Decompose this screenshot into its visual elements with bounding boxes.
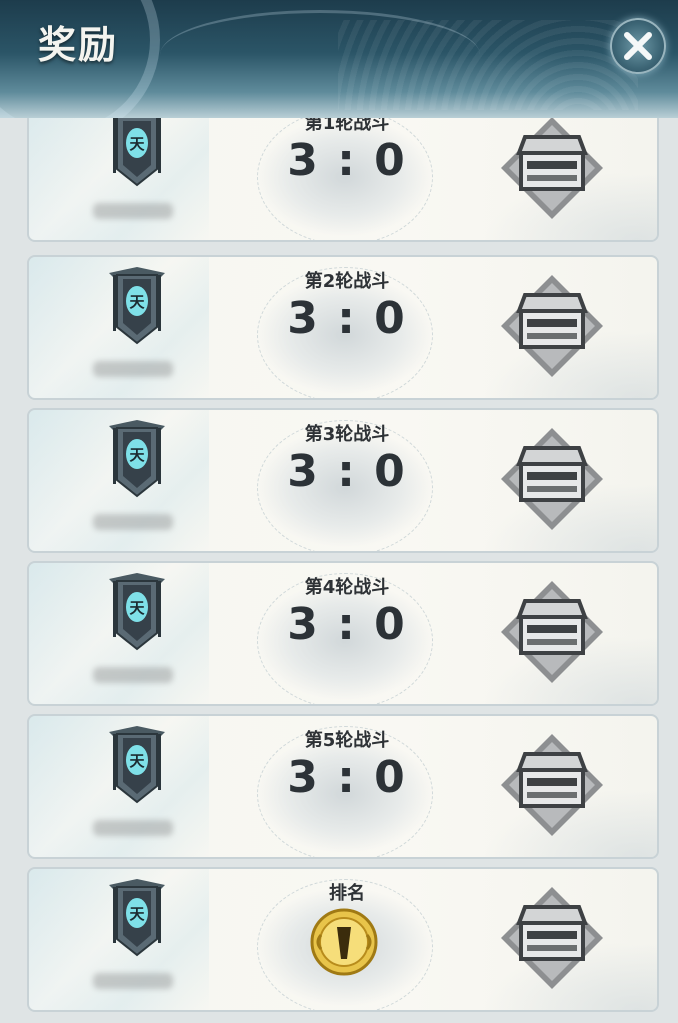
page-title: 奖励 bbox=[38, 23, 119, 67]
player-name-blurred bbox=[93, 820, 173, 836]
round-label: 第4轮战斗 bbox=[304, 577, 390, 598]
list-item: 天 第1轮战斗 3 : 0 bbox=[27, 118, 659, 242]
list-item: 天 排名 bbox=[27, 867, 659, 1012]
treasure-chest-icon[interactable] bbox=[497, 883, 607, 993]
player-name-blurred bbox=[93, 973, 173, 989]
round-label: 第3轮战斗 bbox=[304, 424, 390, 445]
svg-text:天: 天 bbox=[129, 135, 145, 153]
round-label: 第2轮战斗 bbox=[304, 271, 390, 292]
reward-panel: 奖励 天 第1轮战斗 3 : 0 天 第2轮战斗 3: 0 天 第3轮战斗 3… bbox=[0, 0, 678, 1023]
match-score: 3 : 0 bbox=[287, 752, 407, 803]
svg-text:天: 天 bbox=[129, 446, 145, 464]
match-score: 3 : 0 bbox=[287, 293, 407, 344]
team-banner-icon: 天 bbox=[109, 420, 165, 498]
header: 奖励 bbox=[0, 0, 678, 118]
treasure-chest-icon[interactable] bbox=[497, 424, 607, 534]
team-banner-icon: 天 bbox=[109, 726, 165, 804]
team-banner-icon: 天 bbox=[109, 573, 165, 651]
round-label: 第1轮战斗 bbox=[304, 118, 390, 134]
rank-medal-icon bbox=[310, 908, 378, 976]
list-item: 天 第5轮战斗 3 : 0 bbox=[27, 714, 659, 859]
reward-list[interactable]: 天 第1轮战斗 3 : 0 天 第2轮战斗 3: 0 天 第3轮战斗 3: … bbox=[0, 118, 678, 1023]
svg-text:天: 天 bbox=[129, 599, 145, 617]
list-item: 天 第4轮战斗 3 : 0 bbox=[27, 561, 659, 706]
player-name-blurred bbox=[93, 361, 173, 377]
list-item: 天 第3轮战斗 3 : 0 bbox=[27, 408, 659, 553]
svg-text:天: 天 bbox=[129, 293, 145, 311]
match-score: 3 : 0 bbox=[287, 599, 407, 650]
team-banner-icon: 天 bbox=[109, 267, 165, 345]
treasure-chest-icon[interactable] bbox=[497, 118, 607, 223]
round-label: 第5轮战斗 bbox=[304, 730, 390, 751]
player-name-blurred bbox=[93, 203, 173, 219]
svg-text:天: 天 bbox=[129, 905, 145, 923]
ranking-label: 排名 bbox=[329, 883, 365, 904]
close-button[interactable] bbox=[610, 18, 666, 74]
player-name-blurred bbox=[93, 667, 173, 683]
close-icon bbox=[624, 32, 652, 60]
team-banner-icon: 天 bbox=[113, 118, 161, 187]
match-score: 3 : 0 bbox=[287, 446, 407, 497]
svg-text:天: 天 bbox=[129, 752, 145, 770]
player-name-blurred bbox=[93, 514, 173, 530]
treasure-chest-icon[interactable] bbox=[497, 577, 607, 687]
list-item: 天 第2轮战斗 3 : 0 bbox=[27, 255, 659, 400]
treasure-chest-icon[interactable] bbox=[497, 271, 607, 381]
match-score: 3 : 0 bbox=[287, 135, 407, 186]
team-banner-icon: 天 bbox=[109, 879, 165, 957]
treasure-chest-icon[interactable] bbox=[497, 730, 607, 840]
